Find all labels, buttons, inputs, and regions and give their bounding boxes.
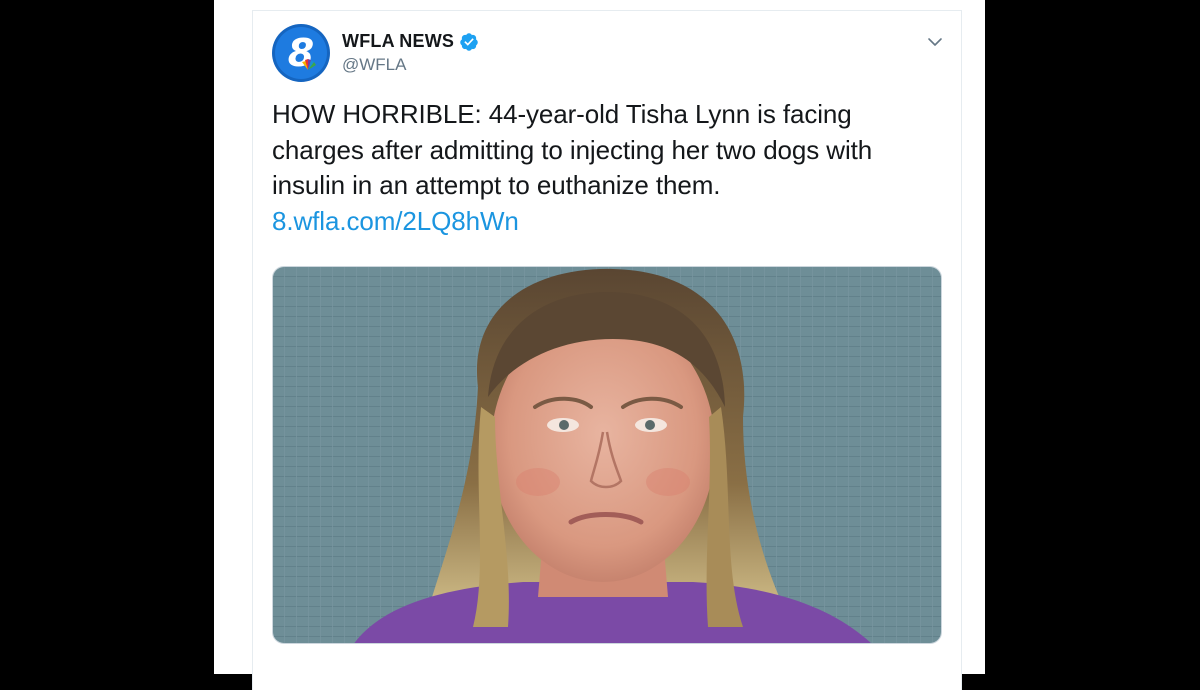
- avatar[interactable]: 8: [272, 24, 330, 82]
- tweet-text: HOW HORRIBLE: 44-year-old Tisha Lynn is …: [272, 99, 873, 200]
- wfla-logo-icon: 8: [272, 24, 330, 82]
- tweet-panel: 8 WFLA NEWS @WFLA HOW HORRIBLE: 44-year-…: [214, 0, 985, 690]
- tweet-media-photo[interactable]: [272, 266, 942, 644]
- mugshot-photo: [273, 267, 941, 643]
- display-name[interactable]: WFLA NEWS: [342, 31, 454, 52]
- chevron-down-icon[interactable]: [926, 33, 944, 51]
- verified-badge-icon: [460, 32, 478, 51]
- tweet-link[interactable]: 8.wfla.com/2LQ8hWn: [272, 204, 942, 240]
- tweet-body: HOW HORRIBLE: 44-year-old Tisha Lynn is …: [272, 97, 942, 239]
- account-name-row[interactable]: WFLA NEWS: [342, 31, 479, 52]
- tweet-card[interactable]: 8 WFLA NEWS @WFLA HOW HORRIBLE: 44-year-…: [252, 10, 962, 690]
- account-handle[interactable]: @WFLA: [342, 55, 406, 75]
